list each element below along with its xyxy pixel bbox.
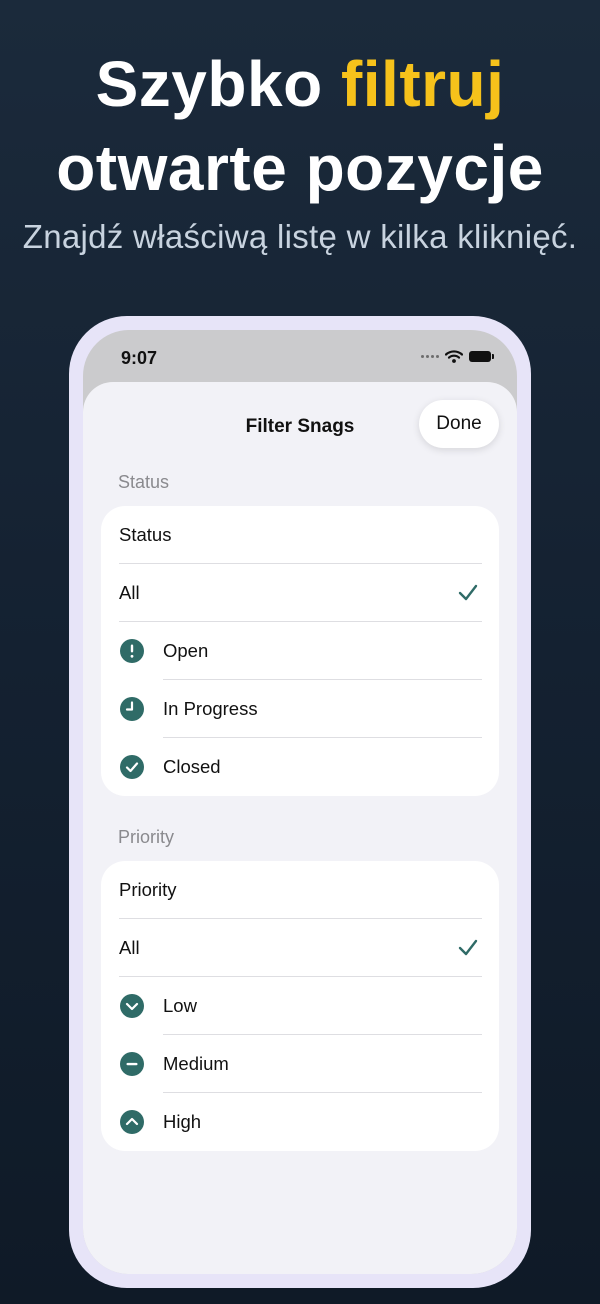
priority-section-header: Priority	[118, 827, 175, 847]
priority-low-label: Low	[163, 995, 197, 1016]
checkmark-icon	[458, 939, 478, 956]
status-title-row: Status	[101, 506, 499, 564]
priority-option-low[interactable]: Low	[101, 977, 499, 1035]
status-all-label: All	[119, 582, 140, 603]
priority-group: Priority All Low Medium High	[101, 861, 499, 1151]
priority-option-medium[interactable]: Medium	[101, 1035, 499, 1093]
status-icons	[421, 350, 494, 363]
headline: Szybko filtruj otwarte pozycje	[0, 42, 600, 210]
priority-title-row: Priority	[101, 861, 499, 919]
chevron-down-circle-icon	[120, 994, 144, 1018]
headline-line-2: otwarte pozycje	[56, 132, 544, 204]
status-closed-label: Closed	[163, 756, 221, 777]
clock-icon	[120, 697, 144, 721]
status-option-closed[interactable]: Closed	[101, 738, 499, 796]
priority-all-label: All	[119, 937, 140, 958]
priority-medium-label: Medium	[163, 1053, 229, 1074]
filter-sheet: Filter Snags Done Status Status All Open…	[83, 382, 517, 1274]
exclamation-circle-icon	[120, 639, 144, 663]
headline-line-1: Szybko filtruj	[0, 42, 600, 126]
headline-accent: filtruj	[340, 48, 505, 120]
subtitle: Znajdź właściwą listę w kilka kliknięć.	[22, 218, 578, 255]
status-option-all[interactable]: All	[101, 564, 499, 622]
status-option-open[interactable]: Open	[101, 622, 499, 680]
done-button[interactable]: Done	[419, 400, 499, 448]
status-time: 9:07	[121, 348, 158, 368]
priority-title-label: Priority	[119, 879, 177, 900]
status-title-label: Status	[119, 524, 172, 545]
signal-dots-icon	[421, 355, 439, 358]
status-section-header: Status	[118, 472, 170, 492]
priority-option-all[interactable]: All	[101, 919, 499, 977]
priority-option-high[interactable]: High	[101, 1093, 499, 1151]
status-in-progress-label: In Progress	[163, 698, 258, 719]
headline-prefix: Szybko	[95, 48, 341, 120]
battery-icon	[469, 351, 494, 362]
status-option-in-progress[interactable]: In Progress	[101, 680, 499, 738]
checkmark-icon	[458, 584, 478, 601]
status-open-label: Open	[163, 640, 209, 661]
check-circle-icon	[120, 755, 144, 779]
priority-high-label: High	[163, 1111, 202, 1132]
wifi-icon	[445, 350, 463, 363]
status-group: Status All Open In Progress Closed	[101, 506, 499, 796]
minus-circle-icon	[120, 1052, 144, 1076]
chevron-up-circle-icon	[120, 1110, 144, 1134]
phone-screen: 9:07 Filter Snags Done Status Status All	[83, 330, 517, 1274]
